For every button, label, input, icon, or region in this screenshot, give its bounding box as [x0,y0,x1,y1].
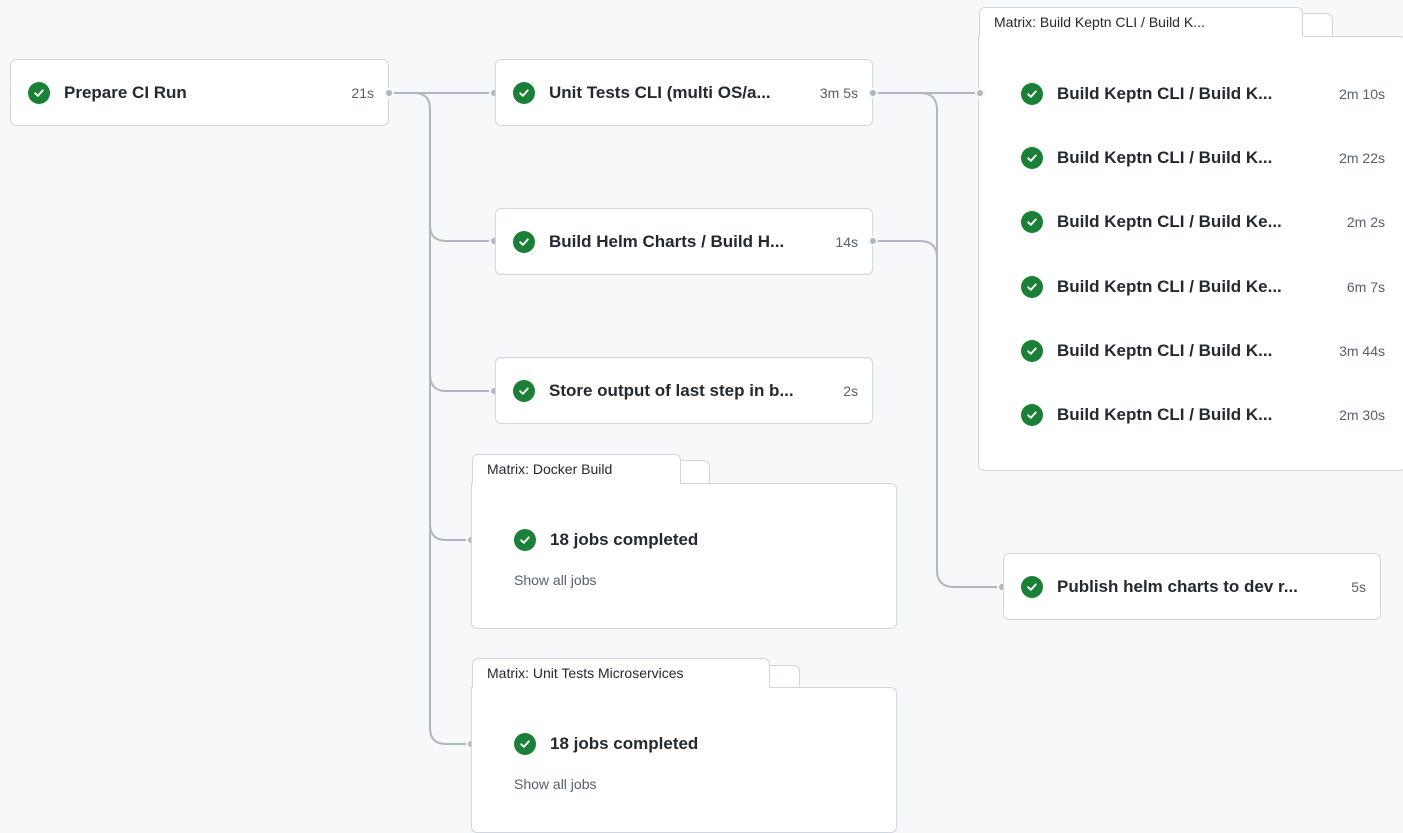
check-circle-icon [513,230,535,253]
matrix-docker-build: 18 jobs completed Show all jobs [471,483,897,629]
job-duration: 6m 7s [1346,279,1385,295]
output-port [868,88,878,98]
job-prepare-ci-run[interactable]: Prepare CI Run 21s [10,59,389,126]
job-name: Prepare CI Run [64,82,187,102]
check-circle-icon [513,81,535,104]
job-name: Publish helm charts to dev r... [1057,576,1298,596]
job-name: Build Keptn CLI / Build Ke... [1057,212,1282,231]
matrix-summary: 18 jobs completed [514,529,698,551]
job-duration: 3m 44s [1339,343,1385,359]
check-circle-icon [514,733,536,755]
check-circle-icon [1021,340,1043,362]
check-circle-icon [1021,575,1043,598]
job-name: Build Keptn CLI / Build K... [1057,405,1273,424]
input-port [975,88,985,98]
matrix-unit-tests-microservices: 18 jobs completed Show all jobs [471,687,897,833]
matrix-unit-ms-title: Matrix: Unit Tests Microservices [472,658,770,688]
job-duration: 5s [1351,578,1366,595]
job-name: Unit Tests CLI (multi OS/a... [549,82,771,102]
matrix-summary: 18 jobs completed [514,733,698,755]
connector-prepare-helm [405,92,494,242]
job-store-output[interactable]: Store output of last step in b... 2s [495,357,873,424]
matrix-job[interactable]: Build Keptn CLI / Build Ke... 2m 2s [1021,202,1385,242]
check-circle-icon [1021,276,1043,298]
job-name: Build Keptn CLI / Build K... [1057,84,1273,103]
matrix-job[interactable]: Build Keptn CLI / Build K... 2m 10s [1021,74,1385,114]
matrix-job[interactable]: Build Keptn CLI / Build Ke... 6m 7s [1021,267,1385,307]
job-publish-helm-charts[interactable]: Publish helm charts to dev r... 5s [1003,553,1381,620]
output-port [384,88,394,98]
connector-prepare-docker [429,360,472,541]
job-build-helm-charts[interactable]: Build Helm Charts / Build H... 14s [495,208,873,275]
job-duration: 2m 22s [1339,150,1385,166]
matrix-summary-text: 18 jobs completed [550,734,699,753]
check-circle-icon [514,529,536,551]
check-circle-icon [1021,404,1043,426]
job-name: Build Keptn CLI / Build Ke... [1057,277,1282,296]
check-circle-icon [1021,147,1043,169]
job-duration: 2m 30s [1339,407,1385,423]
connector-prepare-store [429,200,494,392]
job-duration: 2m 2s [1346,214,1385,230]
matrix-job[interactable]: Build Keptn CLI / Build K... 2m 30s [1021,395,1385,435]
job-name: Build Helm Charts / Build H... [549,231,785,251]
matrix-docker-title: Matrix: Docker Build [472,454,681,484]
job-duration: 2s [843,382,858,399]
job-name: Store output of last step in b... [549,380,794,400]
job-duration: 3m 5s [819,84,858,101]
job-duration: 21s [351,84,374,101]
output-port [868,236,878,246]
connector-helm-publish [875,240,938,300]
check-circle-icon [1021,83,1043,105]
matrix-build-keptn-cli: Build Keptn CLI / Build K... 2m 10s Buil… [978,36,1403,471]
check-circle-icon [513,379,535,402]
job-name: Build Keptn CLI / Build K... [1057,148,1273,167]
check-circle-icon [28,81,50,104]
show-all-jobs-link[interactable]: Show all jobs [514,572,597,588]
matrix-job[interactable]: Build Keptn CLI / Build K... 3m 44s [1021,331,1385,371]
check-circle-icon [1021,211,1043,233]
matrix-summary-text: 18 jobs completed [550,530,699,549]
matrix-job[interactable]: Build Keptn CLI / Build K... 2m 22s [1021,138,1385,178]
matrix-cli-title: Matrix: Build Keptn CLI / Build K... [979,7,1303,37]
job-name: Build Keptn CLI / Build K... [1057,341,1273,360]
job-duration: 14s [835,233,858,250]
connector-prepare-unitms [429,520,472,745]
job-unit-tests-cli[interactable]: Unit Tests CLI (multi OS/a... 3m 5s [495,59,873,126]
show-all-jobs-link[interactable]: Show all jobs [514,776,597,792]
job-duration: 2m 10s [1339,86,1385,102]
